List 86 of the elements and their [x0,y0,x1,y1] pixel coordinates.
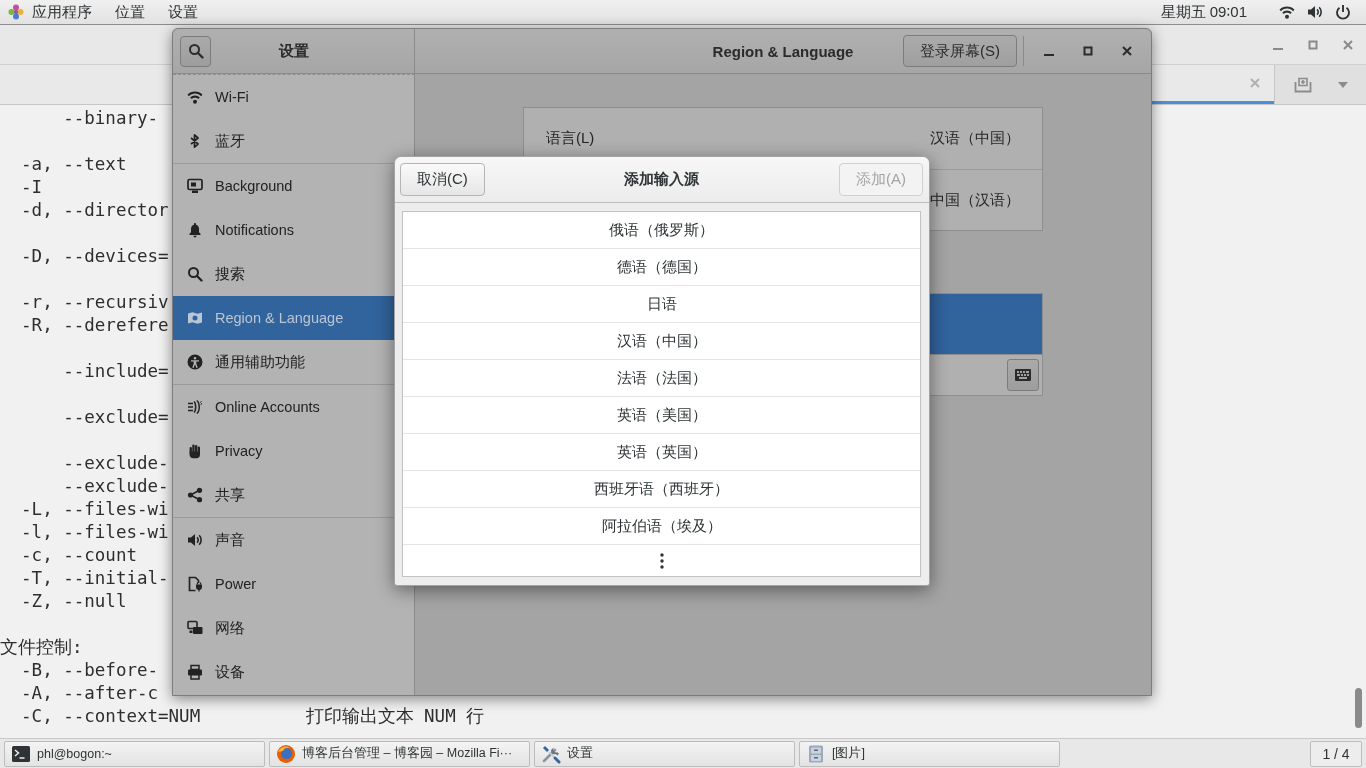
volume-icon [1307,4,1323,20]
printer-icon [187,664,203,680]
option-text: -r, --recursiv [21,292,169,312]
option-text: -T, --initial- [21,568,169,588]
sidebar-item[interactable]: 网络 [173,606,414,650]
search-icon [187,266,203,282]
keyboard-button[interactable] [1007,359,1039,391]
share-icon [187,487,203,503]
description-text: 打印输出文本 NUM 行 [305,706,485,726]
close-icon [1342,39,1353,50]
scrollbar-thumb[interactable] [1355,688,1362,728]
row-value[interactable]: 汉语（中国） [930,129,1020,148]
cabinet-icon [806,743,826,764]
row-value[interactable]: 中国（汉语） [930,190,1020,210]
globe-icon [276,743,296,764]
option-text: -l, --files-wi [21,522,169,542]
option-text: -B, --before- [21,660,159,680]
search-button[interactable] [180,35,211,67]
computers-icon [187,620,203,636]
option-text: -d, --director [21,200,169,220]
keyboard-icon [1015,369,1031,381]
taskbar-item[interactable]: 博客后台管理 – 博客园 – Mozilla Fi··· [269,740,530,767]
terminal-icon [11,743,31,764]
option-text: --binary- [63,108,159,128]
language-option[interactable]: 汉语（中国） [403,323,920,360]
option-text: -c, --count [21,545,137,565]
heading-text: 文件控制: [0,637,83,657]
waves-icon [187,399,203,415]
close-icon [1250,78,1260,88]
wifi-icon [187,89,203,105]
bell-icon [187,222,203,238]
taskbar-item[interactable]: [图片] [799,740,1060,767]
option-text: --exclude- [63,453,169,473]
minimize-icon [1272,47,1283,50]
option-text: -R, --derefere [21,315,169,335]
search-icon [187,43,204,59]
option-text: --exclude- [63,476,169,496]
page-title: Region & Language [712,42,854,60]
sidebar-item[interactable]: Wi-Fi [173,75,414,119]
caret-icon [1338,81,1348,88]
option-text: -L, --files-wi [21,499,169,519]
option-text: --include= [63,361,169,381]
workspace-indicator[interactable]: 1 / 4 [1310,740,1362,767]
plus-box-icon [1294,76,1312,93]
option-text: -D, --devices= [21,246,169,266]
language-option[interactable]: 英语（美国） [403,397,920,434]
tools-icon [541,743,561,764]
more-icon[interactable] [659,552,664,569]
maximize-icon [1082,46,1093,56]
option-text: -A, --after-c [21,683,159,703]
language-option[interactable]: 阿拉伯语（埃及） [403,508,920,545]
language-option[interactable]: 西班牙语（西班牙） [403,471,920,508]
wifi-icon [1279,4,1295,20]
clock[interactable]: 星期五 09∶01 [1160,2,1247,22]
flower-icon[interactable] [8,4,24,20]
row-label: 语言(L) [546,129,595,148]
top-menu[interactable]: 应用程序 [32,2,92,22]
option-text: -I [21,177,43,197]
dialog-title: 添加输入源 [624,170,699,189]
option-text: -C, --context=NUM [21,706,201,726]
flag-icon [187,310,203,326]
hand-icon [187,443,203,459]
option-text: -a, --text [21,154,127,174]
cancel-button[interactable]: 取消(C) [400,163,485,196]
option-text: --exclude= [63,407,169,427]
top-menu[interactable]: 位置 [115,2,145,22]
minimize-icon [1043,54,1054,56]
sidebar-item[interactable]: 设备 [173,650,414,694]
login-screen-button[interactable]: 登录屏幕(S) [903,35,1017,67]
language-option[interactable]: 俄语（俄罗斯） [403,212,920,249]
plug-icon [187,576,203,592]
maximize-icon [1307,39,1318,50]
taskbar-item[interactable]: phl@bogon:~ [4,740,265,767]
sidebar-item[interactable]: 蓝牙 [173,119,414,163]
speaker-icon [187,532,203,548]
window-title: 设置 [278,41,309,61]
taskbar-item[interactable]: 设置 [534,740,795,767]
language-option[interactable]: 法语（法国） [403,360,920,397]
close-icon [1121,46,1132,56]
monitor-icon [187,178,203,194]
language-option[interactable]: 德语（德国） [403,249,920,286]
top-menu[interactable]: 设置 [168,2,198,22]
language-option[interactable]: 英语（英国） [403,434,920,471]
option-text: -Z, --null [21,591,127,611]
power-icon [1335,4,1351,20]
language-option[interactable]: 日语 [403,286,920,323]
